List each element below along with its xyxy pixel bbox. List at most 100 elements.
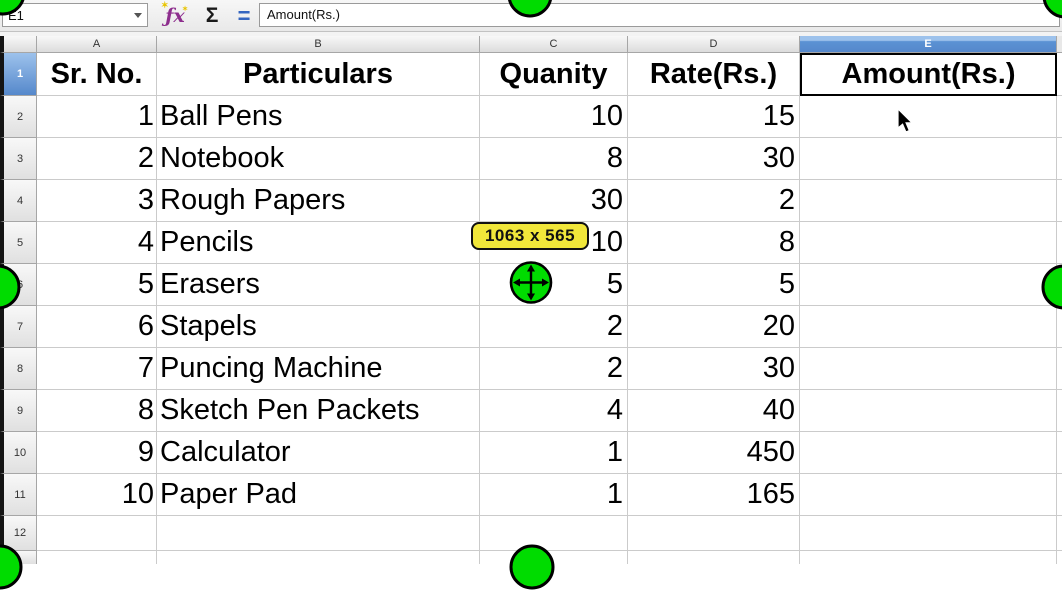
cell-C7[interactable]: 2 — [480, 306, 628, 348]
cell-E8[interactable] — [800, 348, 1057, 390]
cell-A10[interactable]: 9 — [37, 432, 157, 474]
cell-A8[interactable]: 7 — [37, 348, 157, 390]
cell-D7[interactable]: 20 — [628, 306, 800, 348]
cell-B13[interactable] — [157, 551, 480, 564]
cell-A3[interactable]: 2 — [37, 138, 157, 180]
cell-E1[interactable]: Amount(Rs.) — [800, 53, 1057, 96]
cell-C2[interactable]: 10 — [480, 96, 628, 138]
cell-A5[interactable]: 4 — [37, 222, 157, 264]
cell-B5[interactable]: Pencils — [157, 222, 480, 264]
cell-D5[interactable]: 8 — [628, 222, 800, 264]
cell-D12[interactable] — [628, 516, 800, 551]
row-header-10[interactable]: 10 — [0, 432, 37, 474]
cell-E10[interactable] — [800, 432, 1057, 474]
cell-E9[interactable] — [800, 390, 1057, 432]
resize-handle-bottom-center[interactable] — [510, 545, 555, 590]
cell-C4[interactable]: 30 — [480, 180, 628, 222]
cell-B6[interactable]: Erasers — [157, 264, 480, 306]
row-header-8[interactable]: 8 — [0, 348, 37, 390]
cell-C10[interactable]: 1 — [480, 432, 628, 474]
cell-E6[interactable] — [800, 264, 1057, 306]
cell-B1[interactable]: Particulars — [157, 53, 480, 96]
cell-sliver — [1057, 96, 1062, 138]
cell-C12[interactable] — [480, 516, 628, 551]
column-header-B[interactable]: B — [157, 36, 480, 53]
cell-C8[interactable]: 2 — [480, 348, 628, 390]
function-wizard-icon[interactable]: ƒx — [160, 3, 190, 28]
cell-C9[interactable]: 4 — [480, 390, 628, 432]
cell-D4[interactable]: 2 — [628, 180, 800, 222]
sheet-row-7: 76Stapels220 — [0, 306, 1062, 348]
name-box[interactable]: E1 — [2, 3, 148, 27]
cell-A7[interactable]: 6 — [37, 306, 157, 348]
select-all-corner[interactable] — [0, 36, 37, 53]
cell-B4[interactable]: Rough Papers — [157, 180, 480, 222]
row-header-9[interactable]: 9 — [0, 390, 37, 432]
cell-A9[interactable]: 8 — [37, 390, 157, 432]
sheet-row-8: 87Puncing Machine230 — [0, 348, 1062, 390]
cell-B3[interactable]: Notebook — [157, 138, 480, 180]
cell-A13[interactable] — [37, 551, 157, 564]
cell-D1[interactable]: Rate(Rs.) — [628, 53, 800, 96]
row-header-7[interactable]: 7 — [0, 306, 37, 348]
column-header-D[interactable]: D — [628, 36, 800, 53]
cell-B2[interactable]: Ball Pens — [157, 96, 480, 138]
cell-sliver — [1057, 138, 1062, 180]
row-header-11[interactable]: 11 — [0, 474, 37, 516]
cell-A6[interactable]: 5 — [37, 264, 157, 306]
capture-size-tooltip: 1063 x 565 — [471, 222, 589, 250]
cell-D8[interactable]: 30 — [628, 348, 800, 390]
move-handle-icon[interactable] — [508, 260, 554, 311]
cell-A1[interactable]: Sr. No. — [37, 53, 157, 96]
cell-A2[interactable]: 1 — [37, 96, 157, 138]
cell-A4[interactable]: 3 — [37, 180, 157, 222]
cell-D3[interactable]: 30 — [628, 138, 800, 180]
cell-B11[interactable]: Paper Pad — [157, 474, 480, 516]
cell-B7[interactable]: Stapels — [157, 306, 480, 348]
cell-D11[interactable]: 165 — [628, 474, 800, 516]
sheet-row-4: 43Rough Papers302 — [0, 180, 1062, 222]
sheet-row-10: 109Calculator1450 — [0, 432, 1062, 474]
cell-E12[interactable] — [800, 516, 1057, 551]
cell-C1[interactable]: Quanity — [480, 53, 628, 96]
cell-E5[interactable] — [800, 222, 1057, 264]
cell-sliver — [1057, 516, 1062, 551]
formula-input[interactable]: Amount(Rs.) — [259, 3, 1060, 27]
cell-A11[interactable]: 10 — [37, 474, 157, 516]
row-header-5[interactable]: 5 — [0, 222, 37, 264]
cell-B9[interactable]: Sketch Pen Packets — [157, 390, 480, 432]
cell-E4[interactable] — [800, 180, 1057, 222]
cell-D13[interactable] — [628, 551, 800, 564]
cell-D2[interactable]: 15 — [628, 96, 800, 138]
row-header-1[interactable]: 1 — [0, 53, 37, 96]
column-header-C[interactable]: C — [480, 36, 628, 53]
cell-C6[interactable]: 5 — [480, 264, 628, 306]
cell-D10[interactable]: 450 — [628, 432, 800, 474]
sheet-row-9: 98Sketch Pen Packets440 — [0, 390, 1062, 432]
cell-B12[interactable] — [157, 516, 480, 551]
cell-E3[interactable] — [800, 138, 1057, 180]
name-box-dropdown-icon[interactable] — [129, 4, 147, 26]
sum-icon[interactable]: Σ — [198, 3, 226, 28]
row-header-3[interactable]: 3 — [0, 138, 37, 180]
cell-E11[interactable] — [800, 474, 1057, 516]
equals-icon[interactable]: = — [231, 2, 257, 28]
cell-C3[interactable]: 8 — [480, 138, 628, 180]
column-header-row: A B C D E — [0, 36, 1062, 53]
row-header-4[interactable]: 4 — [0, 180, 37, 222]
cell-C11[interactable]: 1 — [480, 474, 628, 516]
cell-E7[interactable] — [800, 306, 1057, 348]
cell-B8[interactable]: Puncing Machine — [157, 348, 480, 390]
cell-D6[interactable]: 5 — [628, 264, 800, 306]
column-header-A[interactable]: A — [37, 36, 157, 53]
cell-sliver — [1057, 474, 1062, 516]
column-header-E[interactable]: E — [800, 36, 1057, 53]
cell-E13[interactable] — [800, 551, 1057, 564]
row-header-2[interactable]: 2 — [0, 96, 37, 138]
cell-sliver — [1057, 432, 1062, 474]
cell-E2[interactable] — [800, 96, 1057, 138]
cell-B10[interactable]: Calculator — [157, 432, 480, 474]
mouse-cursor — [897, 109, 917, 140]
cell-A12[interactable] — [37, 516, 157, 551]
cell-D9[interactable]: 40 — [628, 390, 800, 432]
